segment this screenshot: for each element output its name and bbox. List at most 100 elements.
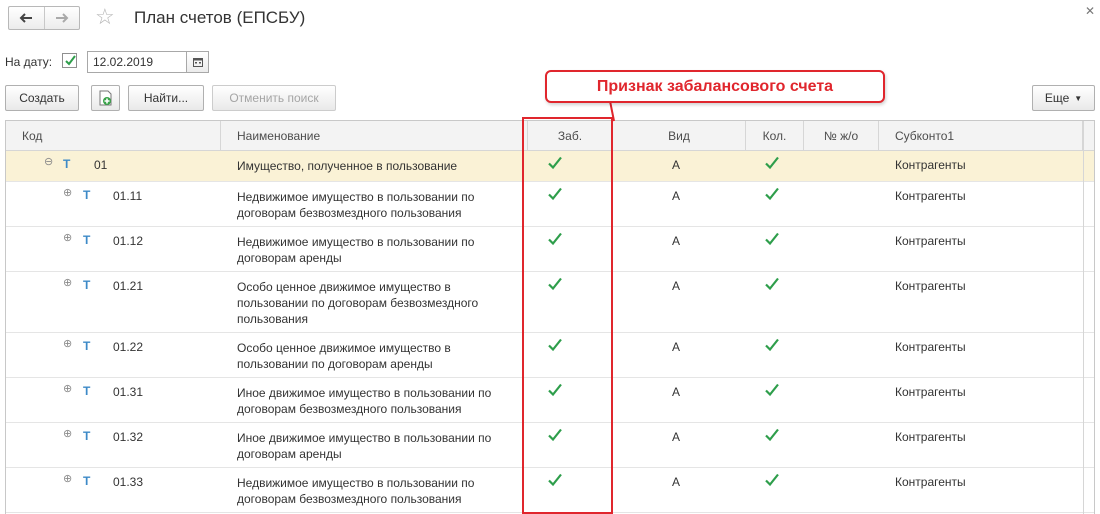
check-icon [548, 232, 562, 246]
account-subkonto: Контрагенты [895, 430, 966, 444]
more-button[interactable]: Еще ▼ [1032, 85, 1095, 111]
check-icon [548, 187, 562, 201]
table-row[interactable]: ⊖ Т 01 Имущество, полученное в пользован… [6, 151, 1094, 182]
expand-icon[interactable]: ⊕ [63, 339, 73, 350]
account-code: 01.12 [113, 234, 144, 248]
account-subkonto: Контрагенты [895, 340, 966, 354]
calendar-button[interactable] [187, 51, 209, 73]
account-kind: А [672, 340, 681, 354]
check-icon [765, 232, 779, 246]
date-checkbox[interactable] [62, 53, 77, 68]
annotation-callout: Признак забалансового счета [545, 70, 885, 103]
account-kind: А [672, 158, 681, 172]
check-icon [765, 383, 779, 397]
table-row[interactable]: ⊕ Т 01.11 Недвижимое имущество в пользов… [6, 182, 1094, 227]
scrollbar-divider [1083, 121, 1084, 514]
account-subkonto: Контрагенты [895, 279, 966, 293]
account-kind: А [672, 234, 681, 248]
account-type-marker: Т [83, 474, 91, 488]
account-name: Особо ценное движимое имущество в пользо… [237, 341, 451, 371]
collapse-icon[interactable]: ⊖ [44, 157, 54, 168]
check-icon [548, 473, 562, 487]
check-icon [548, 428, 562, 442]
check-icon [765, 428, 779, 442]
account-code: 01.22 [113, 340, 144, 354]
forward-button[interactable] [43, 7, 79, 29]
table-row[interactable]: ⊕ Т 01.21 Особо ценное движимое имуществ… [6, 272, 1094, 333]
calendar-icon [192, 58, 203, 67]
column-header-code[interactable]: Код [6, 121, 221, 151]
account-name: Недвижимое имущество в пользовании по до… [237, 190, 475, 220]
more-label: Еще [1044, 91, 1070, 105]
account-name: Иное движимое имущество в пользовании по… [237, 386, 492, 416]
add-copy-button[interactable] [91, 85, 120, 111]
table-row[interactable]: ⊕ Т 01.32 Иное движимое имущество в поль… [6, 423, 1094, 468]
check-icon [548, 277, 562, 291]
check-icon [765, 277, 779, 291]
page-title: План счетов (ЕПСБУ) [134, 8, 306, 27]
account-subkonto: Контрагенты [895, 189, 966, 203]
account-kind: А [672, 385, 681, 399]
account-type-marker: Т [63, 157, 71, 171]
create-button[interactable]: Создать [5, 85, 79, 111]
close-icon[interactable]: ✕ [1085, 4, 1095, 18]
callout-connector [609, 100, 615, 122]
date-label: На дату: [5, 55, 53, 69]
cancel-search-button[interactable]: Отменить поиск [212, 85, 336, 111]
account-code: 01.32 [113, 430, 144, 444]
column-header-offbalance[interactable]: Заб. [528, 121, 613, 151]
account-name: Имущество, полученное в пользование [237, 159, 458, 173]
column-header-quantity[interactable]: Кол. [746, 121, 804, 151]
table-body: ⊖ Т 01 Имущество, полученное в пользован… [6, 151, 1094, 513]
star-icon[interactable]: ☆ [95, 5, 115, 29]
check-icon [765, 473, 779, 487]
account-name: Особо ценное движимое имущество в пользо… [237, 280, 479, 326]
account-kind: А [672, 475, 681, 489]
check-icon [548, 383, 562, 397]
account-type-marker: Т [83, 278, 91, 292]
column-header-subkonto[interactable]: Субконто1 [879, 121, 1083, 151]
account-code: 01.11 [113, 189, 143, 203]
check-icon [765, 187, 779, 201]
arrow-right-icon [55, 13, 69, 23]
account-name: Иное движимое имущество в пользовании по… [237, 431, 492, 461]
table-row[interactable]: ⊕ Т 01.22 Особо ценное движимое имуществ… [6, 333, 1094, 378]
table-header: Код Наименование Заб. Вид Кол. № ж/о Суб… [6, 121, 1094, 151]
navigation-buttons [8, 6, 80, 30]
check-icon [548, 156, 562, 170]
account-name: Недвижимое имущество в пользовании по до… [237, 476, 475, 506]
account-type-marker: Т [83, 188, 91, 202]
account-type-marker: Т [83, 384, 91, 398]
expand-icon[interactable]: ⊕ [63, 233, 73, 244]
account-code: 01 [94, 158, 108, 172]
account-subkonto: Контрагенты [895, 475, 966, 489]
table-row[interactable]: ⊕ Т 01.33 Недвижимое имущество в пользов… [6, 468, 1094, 513]
column-header-type[interactable]: Вид [613, 121, 746, 151]
column-header-journal[interactable]: № ж/о [804, 121, 879, 151]
account-kind: А [672, 279, 681, 293]
check-icon [765, 156, 779, 170]
account-name: Недвижимое имущество в пользовании по до… [237, 235, 475, 265]
back-button[interactable] [9, 7, 44, 29]
accounts-table[interactable]: Код Наименование Заб. Вид Кол. № ж/о Суб… [5, 120, 1095, 514]
account-code: 01.33 [113, 475, 144, 489]
expand-icon[interactable]: ⊕ [63, 429, 73, 440]
chevron-down-icon: ▼ [1074, 93, 1083, 103]
date-input[interactable]: 12.02.2019 [87, 51, 187, 73]
expand-icon[interactable]: ⊕ [63, 384, 73, 395]
account-code: 01.21 [113, 279, 144, 293]
table-row[interactable]: ⊕ Т 01.12 Недвижимое имущество в пользов… [6, 227, 1094, 272]
account-code: 01.31 [113, 385, 144, 399]
column-header-name[interactable]: Наименование [221, 121, 528, 151]
check-icon [765, 338, 779, 352]
check-icon [548, 338, 562, 352]
add-copy-icon [99, 90, 111, 106]
account-subkonto: Контрагенты [895, 234, 966, 248]
account-type-marker: Т [83, 339, 91, 353]
table-row[interactable]: ⊕ Т 01.31 Иное движимое имущество в поль… [6, 378, 1094, 423]
expand-icon[interactable]: ⊕ [63, 474, 73, 485]
find-button[interactable]: Найти... [128, 85, 204, 111]
expand-icon[interactable]: ⊕ [63, 278, 73, 289]
account-kind: А [672, 189, 681, 203]
expand-icon[interactable]: ⊕ [63, 188, 73, 199]
